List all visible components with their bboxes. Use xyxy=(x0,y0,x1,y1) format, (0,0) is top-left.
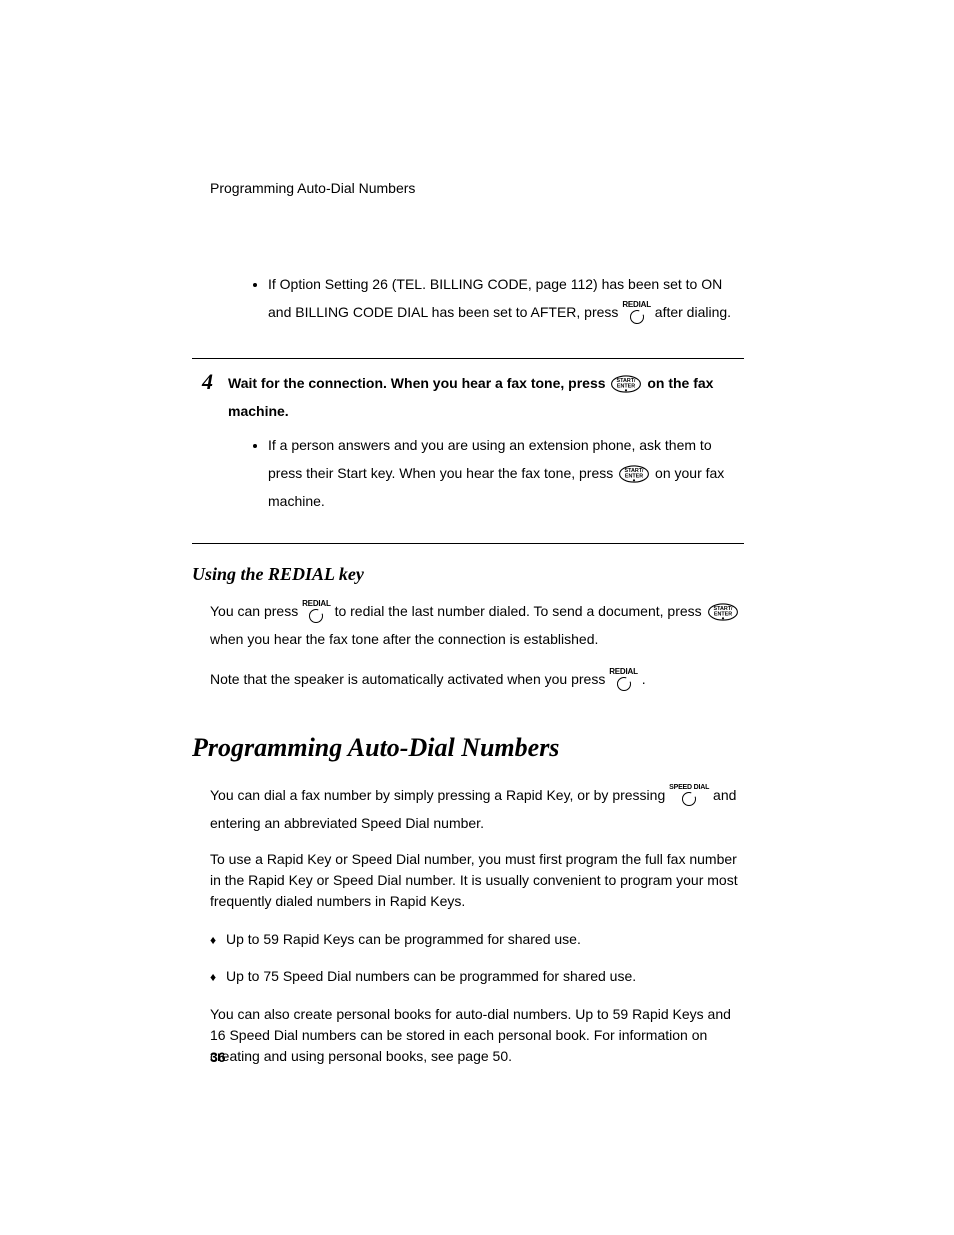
svg-text:ENTER: ENTER xyxy=(617,384,635,390)
main-p1-a: You can dial a fax number by simply pres… xyxy=(210,787,669,803)
main-p3: You can also create personal books for a… xyxy=(210,1004,744,1067)
redial-p1-a: You can press xyxy=(210,603,302,619)
svg-text:ENTER: ENTER xyxy=(625,474,643,480)
step-4-number: 4 xyxy=(202,369,228,395)
step-4: 4 Wait for the connection. When you hear… xyxy=(192,358,744,544)
redial-p2-b: . xyxy=(642,671,646,687)
bullet-speed-dial: Up to 75 Speed Dial numbers can be progr… xyxy=(226,961,744,992)
redial-p1-c: when you hear the fax tone after the con… xyxy=(210,631,598,647)
redial-key-icon: REDIAL xyxy=(622,301,651,326)
redial-body: You can press REDIAL to redial the last … xyxy=(210,597,744,693)
note-option-26: If Option Setting 26 (TEL. BILLING CODE,… xyxy=(192,256,744,344)
step-4-lead-a: Wait for the connection. When you hear a… xyxy=(228,375,609,391)
start-enter-key-icon: START/ ENTER xyxy=(706,603,740,621)
redial-key-icon: REDIAL xyxy=(609,668,638,693)
note-option-26-item: If Option Setting 26 (TEL. BILLING CODE,… xyxy=(268,270,734,326)
start-enter-key-icon: START/ ENTER xyxy=(609,375,643,393)
main-p2: To use a Rapid Key or Speed Dial number,… xyxy=(210,849,744,912)
bullet-rapid-keys: Up to 59 Rapid Keys can be programmed fo… xyxy=(226,924,744,955)
start-enter-key-icon: START/ ENTER xyxy=(617,465,651,483)
heading-programming-auto-dial: Programming Auto-Dial Numbers xyxy=(192,733,744,763)
speed-dial-key-icon: SPEED DIAL xyxy=(669,784,709,808)
running-header: Programming Auto-Dial Numbers xyxy=(210,180,744,196)
note-text-b: after dialing. xyxy=(655,304,731,320)
page-number: 36 xyxy=(210,1049,226,1065)
heading-using-redial: Using the REDIAL key xyxy=(192,564,744,585)
svg-text:ENTER: ENTER xyxy=(713,612,731,618)
redial-key-icon: REDIAL xyxy=(302,600,331,625)
step-4-sub-item: If a person answers and you are using an… xyxy=(268,431,734,515)
redial-p1-b: to redial the last number dialed. To sen… xyxy=(335,603,706,619)
manual-page: Programming Auto-Dial Numbers If Option … xyxy=(0,0,954,1235)
main-body: You can dial a fax number by simply pres… xyxy=(210,781,744,1067)
redial-p2-a: Note that the speaker is automatically a… xyxy=(210,671,609,687)
